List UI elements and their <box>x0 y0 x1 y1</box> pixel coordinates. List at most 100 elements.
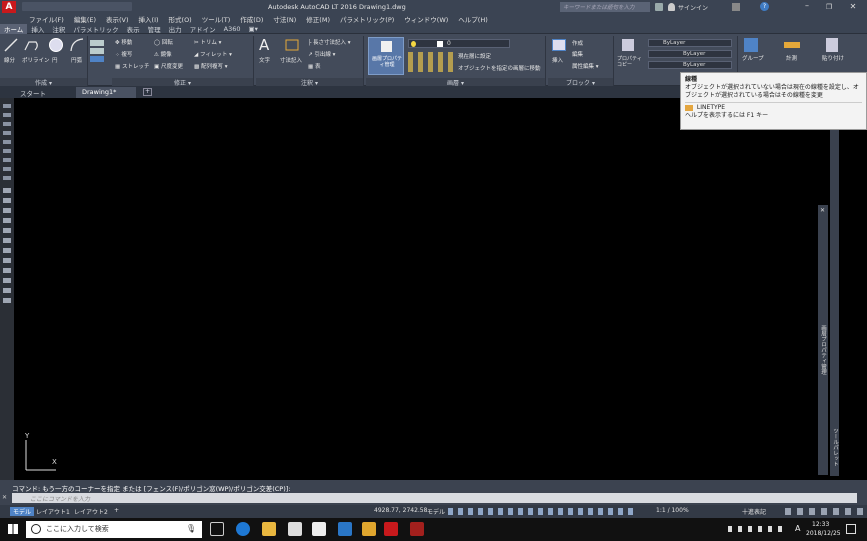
draw-group-label[interactable]: 作成 ▾ <box>0 78 87 87</box>
mirror-button[interactable]: ⚠ 鏡像 <box>154 50 172 58</box>
menu-window[interactable]: ウィンドウ(W) <box>399 14 453 24</box>
store-icon[interactable] <box>312 522 326 536</box>
command-input[interactable]: ここにコマンドを入力 <box>12 493 857 503</box>
modify-group-label[interactable]: 修正 ▾ <box>112 78 253 87</box>
menu-dimension[interactable]: 寸法(N) <box>268 14 301 24</box>
edge-icon[interactable] <box>236 522 250 536</box>
match-properties-button[interactable]: プロパティコピー <box>617 56 643 68</box>
command-close-icon[interactable]: ✕ <box>2 494 7 501</box>
tray-icons[interactable] <box>728 526 788 532</box>
layers-group-label[interactable]: 画層 ▾ <box>366 78 545 87</box>
signin-button[interactable]: サインイン <box>678 3 708 12</box>
search-input[interactable]: キーワードまたは語句を入力 <box>560 2 650 12</box>
create-block-button[interactable]: 作成 <box>572 39 583 47</box>
toolbar-icons-top[interactable] <box>3 104 11 184</box>
circle-icon[interactable] <box>48 37 64 53</box>
notification-icon[interactable] <box>846 524 856 534</box>
menu-file[interactable]: ファイル(F) <box>24 14 69 24</box>
draw-arc-label[interactable]: 円弧 <box>71 56 82 64</box>
arc-icon[interactable] <box>70 38 84 52</box>
layout-tab-layout2[interactable]: レイアウト2 <box>74 507 108 516</box>
linetype-dropdown[interactable]: ByLayer <box>648 50 732 58</box>
tab-addins[interactable]: アドイン <box>186 24 220 34</box>
model-space-button[interactable]: モデル <box>427 507 445 516</box>
menu-edit[interactable]: 編集(E) <box>69 14 101 24</box>
exchange-icon[interactable] <box>732 3 740 11</box>
tab-insert[interactable]: 挿入 <box>27 24 48 34</box>
menu-parametric[interactable]: パラメトリック(P) <box>335 14 399 24</box>
fillet-button[interactable]: ◢ フィレット ▾ <box>194 50 232 58</box>
tab-drawing1[interactable]: Drawing1* <box>76 87 136 98</box>
draw-line-label[interactable]: 線分 <box>4 56 15 64</box>
menu-draw[interactable]: 作成(D) <box>235 14 268 24</box>
draw-polyline-label[interactable]: ポリライン <box>22 56 50 64</box>
autocad-taskbar-icon[interactable] <box>384 522 398 536</box>
trim-button[interactable]: ✂ トリム ▾ <box>194 38 221 46</box>
menu-help[interactable]: ヘルプ(H) <box>453 14 492 24</box>
close-button[interactable]: ✕ <box>846 2 860 12</box>
draw-circle-label[interactable]: 円 <box>52 56 58 64</box>
task-view-icon[interactable] <box>210 522 224 536</box>
tab-output[interactable]: 出力 <box>165 24 186 34</box>
toolbar-icons-bottom[interactable] <box>3 188 11 308</box>
user-icon[interactable] <box>668 3 675 11</box>
linear-dim-button[interactable]: ├ 長さ寸法記入 ▾ <box>308 38 351 46</box>
array-button[interactable]: ▩ 配列複写 ▾ <box>194 62 227 70</box>
tool-palette-bar[interactable]: ツールパレット <box>830 128 839 476</box>
group-icon[interactable] <box>744 38 758 52</box>
clock-time[interactable]: 12:33 <box>812 521 829 528</box>
table-button[interactable]: ▦ 表 <box>308 62 320 70</box>
tab-start[interactable]: スタート <box>14 87 76 98</box>
layer-properties-button[interactable]: 画層プロパティ管理 <box>368 37 404 75</box>
windows-start-icon[interactable] <box>8 524 18 534</box>
draw-extra-tools[interactable] <box>90 38 110 72</box>
maximize-button[interactable]: ❐ <box>822 2 836 12</box>
group-button[interactable]: グループ <box>742 54 764 62</box>
microphone-icon[interactable]: 🎙 <box>186 524 196 533</box>
menu-format[interactable]: 形式(O) <box>164 14 197 24</box>
stretch-button[interactable]: ▦ ストレッチ <box>115 62 149 70</box>
status-toggle-icons[interactable] <box>448 508 638 515</box>
match-properties-icon[interactable] <box>622 39 634 51</box>
dimension-icon[interactable] <box>284 38 300 52</box>
taskbar-search[interactable]: ここに入力して検索 🎙 <box>26 521 202 538</box>
minimize-button[interactable]: – <box>800 2 814 12</box>
help-icon[interactable]: ? <box>760 2 769 11</box>
paste-button[interactable]: 貼り付け <box>822 54 844 62</box>
binoculars-icon[interactable] <box>655 3 663 11</box>
scale-button[interactable]: ▣ 尺度変更 <box>154 62 183 70</box>
app-blue-icon[interactable] <box>338 522 352 536</box>
block-group-label[interactable]: ブロック ▾ <box>548 78 613 87</box>
menu-tools[interactable]: ツール(T) <box>197 14 236 24</box>
polyline-icon[interactable] <box>24 38 40 52</box>
annotation-scale[interactable]: 1:1 / 100% <box>656 507 689 514</box>
tab-view[interactable]: 表示 <box>123 24 144 34</box>
menu-view[interactable]: 表示(V) <box>101 14 134 24</box>
app-red-icon[interactable] <box>410 522 424 536</box>
move-to-layer-button[interactable]: オブジェクトを指定の画層に移動 <box>458 64 541 72</box>
layer-palette-bar[interactable]: ✕ 画層プロパティ管理 <box>818 205 828 475</box>
autocad-logo-icon[interactable]: A <box>2 1 16 13</box>
measure-icon[interactable] <box>784 42 800 48</box>
line-icon[interactable] <box>4 38 18 52</box>
palette-close-icon[interactable]: ✕ <box>820 207 825 214</box>
copy-button[interactable]: ⁘ 複写 <box>115 50 132 58</box>
paste-icon[interactable] <box>826 38 838 52</box>
text-icon[interactable]: A <box>259 36 269 54</box>
tab-a360[interactable]: A360 <box>220 25 245 33</box>
layer-tools-icons[interactable] <box>408 52 454 72</box>
ime-indicator[interactable]: A <box>795 524 800 533</box>
tab-home[interactable]: ホーム <box>0 23 28 34</box>
lineweight-dropdown[interactable]: ByLayer <box>648 61 732 69</box>
quick-access-toolbar[interactable] <box>22 2 132 11</box>
layout-tab-model[interactable]: モデル <box>10 507 35 516</box>
mail-icon[interactable] <box>288 522 302 536</box>
move-button[interactable]: ✥ 移動 <box>115 38 132 46</box>
text-button[interactable]: 文字 <box>259 56 270 64</box>
dimension-button[interactable]: 寸法記入 <box>280 56 302 64</box>
units-display[interactable]: 十進表記 <box>742 507 766 516</box>
insert-block-button[interactable]: 挿入 <box>552 56 563 64</box>
drawing-canvas[interactable]: Y X <box>14 98 867 480</box>
explorer-icon[interactable] <box>262 522 276 536</box>
edit-block-button[interactable]: 編集 <box>572 50 583 58</box>
